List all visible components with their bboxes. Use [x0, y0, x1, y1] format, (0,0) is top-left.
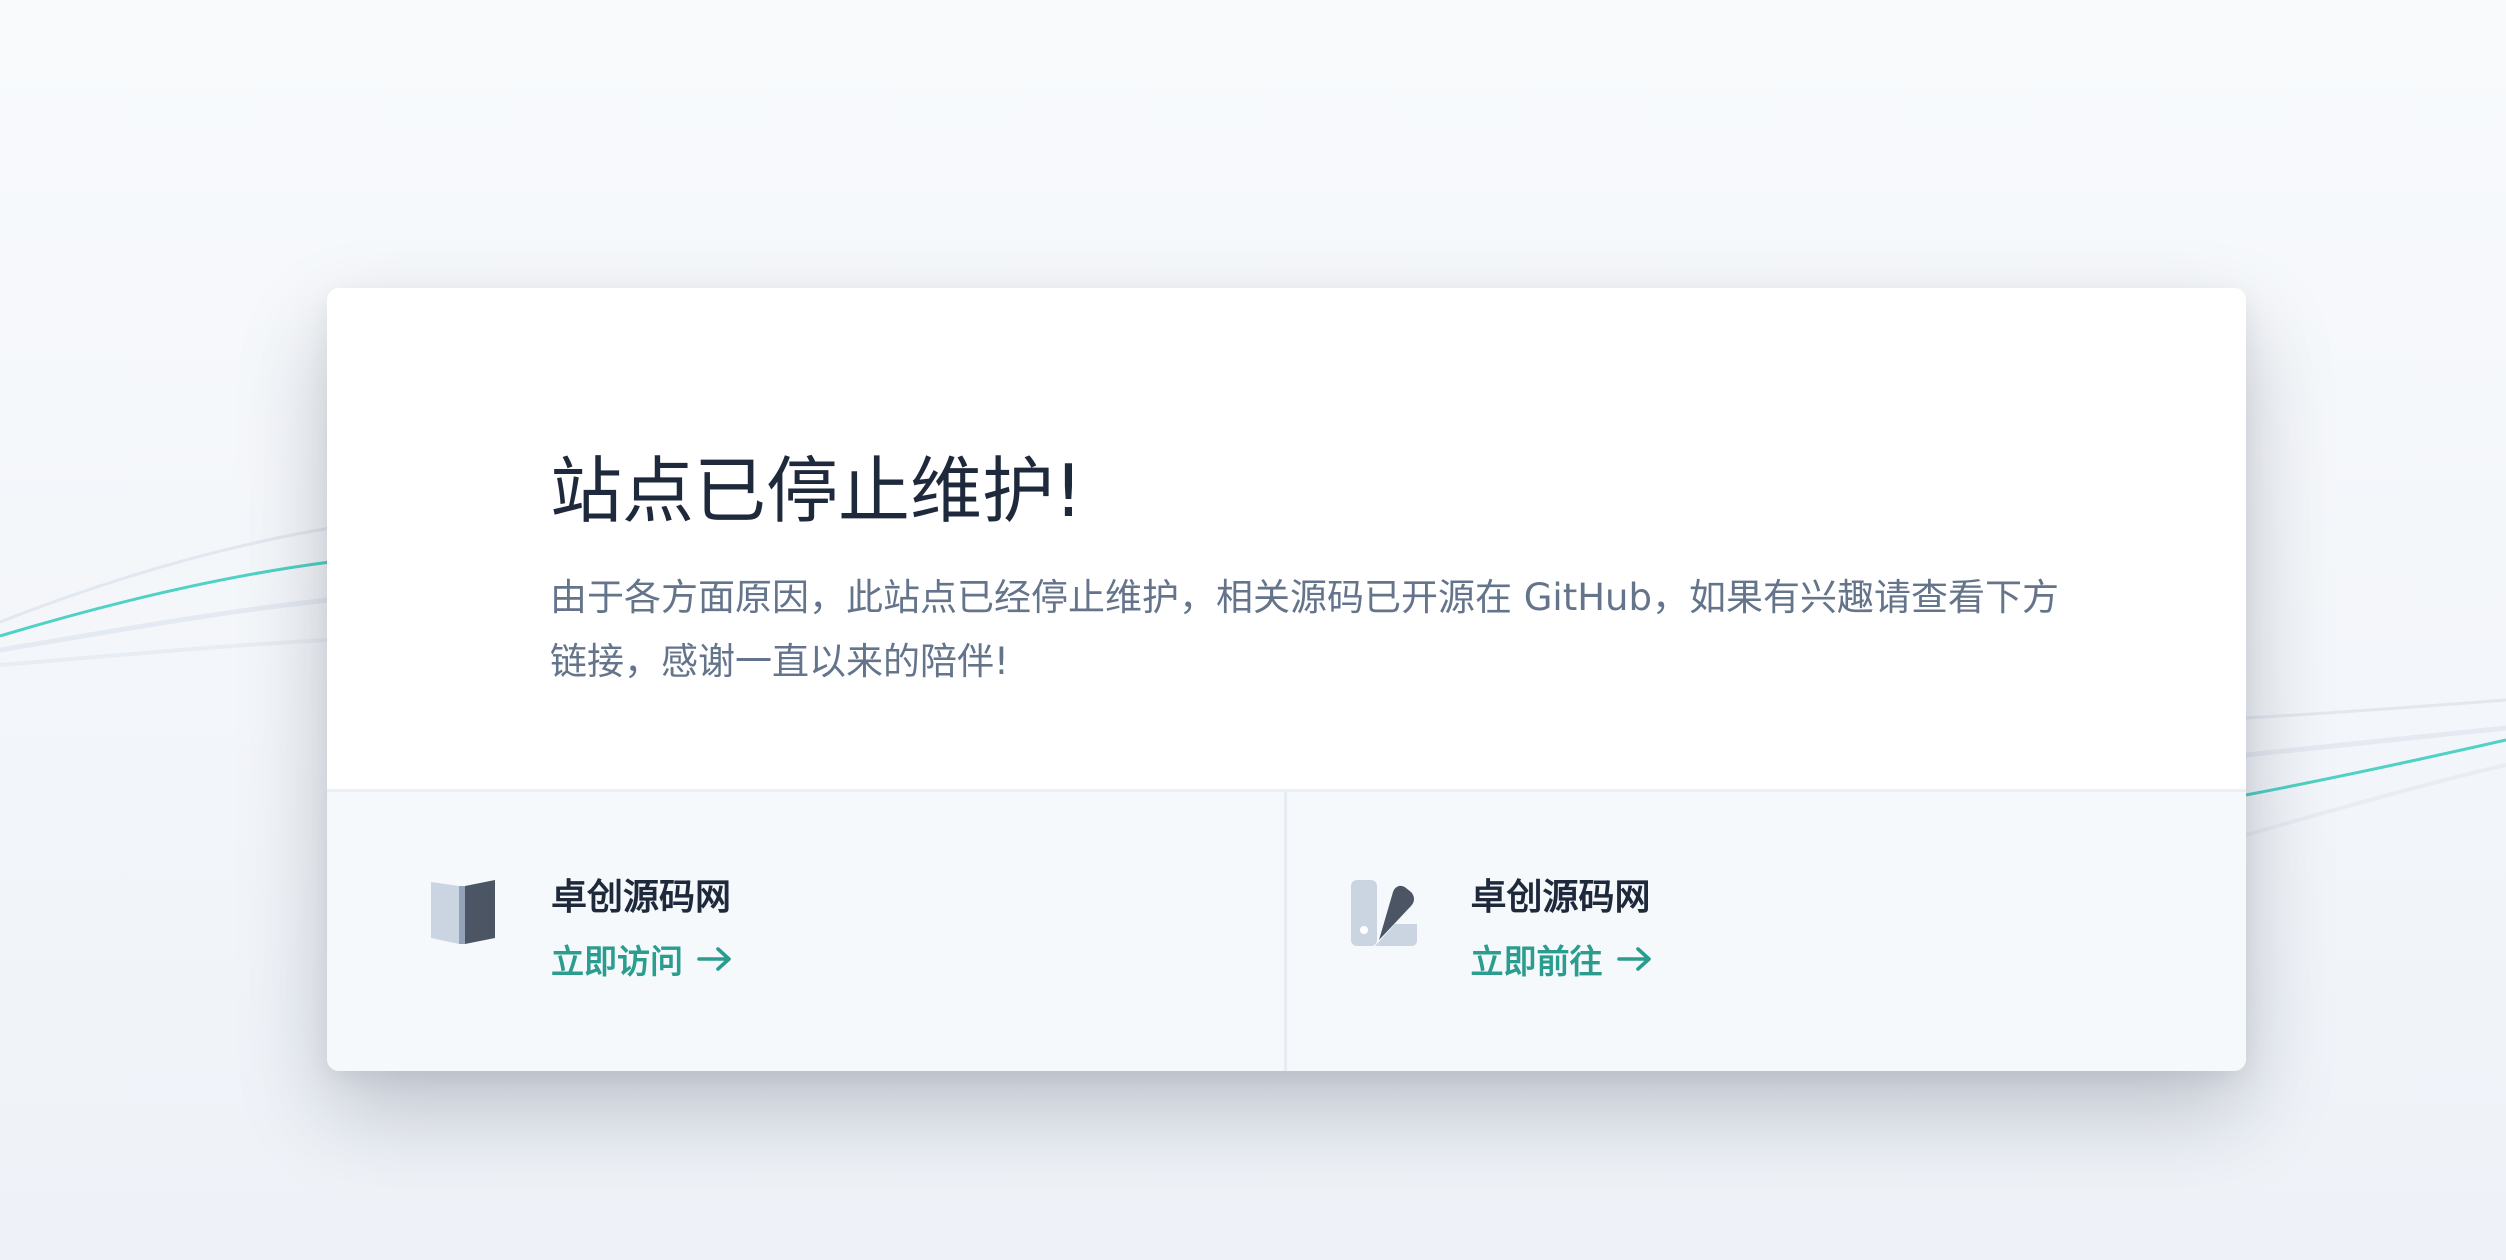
link-title-visit: 卓创源码网	[551, 877, 732, 918]
links-section: 卓创源码网 立即访问 卓创源码网 立即前往	[327, 789, 2246, 1071]
visit-now-link[interactable]: 立即访问	[551, 935, 733, 983]
wave-line-right-soft	[2245, 725, 2506, 758]
wave-line-right-soft-2	[2245, 763, 2506, 837]
link-card-visit[interactable]: 卓创源码网 立即访问	[327, 792, 1287, 1071]
link-title-goto: 卓创源码网	[1470, 877, 1651, 918]
page-title: 站点已停止维护!	[550, 449, 1083, 533]
card-header-section: 站点已停止维护! 由于各方面原因，此站点已经停止维护，相关源码已开源在 GitH…	[327, 288, 2246, 789]
swatch-icon	[1350, 880, 1417, 946]
wave-line-right-gray	[2245, 698, 2506, 720]
goto-now-label: 立即前往	[1470, 942, 1603, 981]
maintenance-card: 站点已停止维护! 由于各方面原因，此站点已经停止维护，相关源码已开源在 GitH…	[327, 288, 2246, 1071]
wave-line-right-accent	[2245, 738, 2506, 797]
link-card-goto[interactable]: 卓创源码网 立即前往	[1287, 792, 2247, 1071]
book-icon	[431, 880, 495, 944]
visit-now-label: 立即访问	[551, 942, 683, 981]
goto-now-link[interactable]: 立即前往	[1471, 935, 1653, 983]
arrow-right-icon	[697, 947, 731, 971]
arrow-right-icon	[1616, 947, 1651, 971]
page-description: 由于各方面原因，此站点已经停止维护，相关源码已开源在 GitHub，如果有兴趣请…	[550, 576, 2059, 683]
